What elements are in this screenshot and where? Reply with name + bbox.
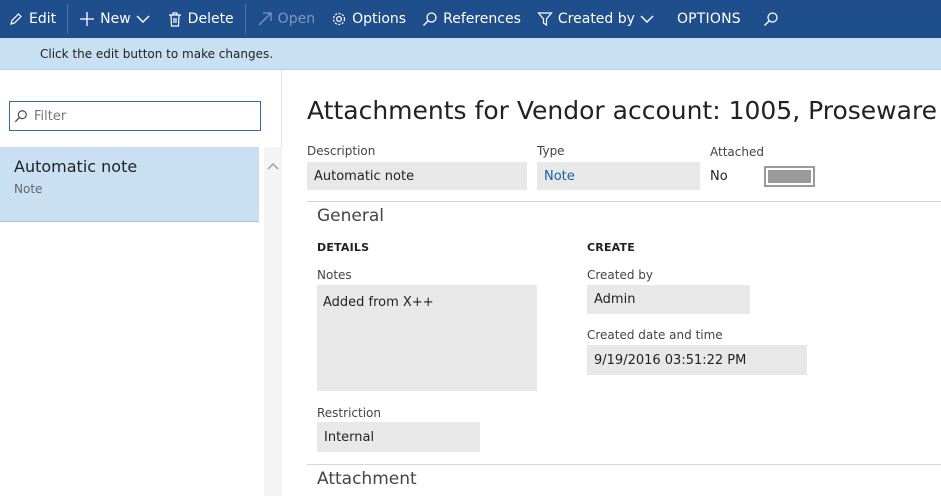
- message-text: Click the edit button to make changes.: [40, 46, 274, 61]
- plus-icon: [79, 11, 95, 27]
- description-field[interactable]: Automatic note: [307, 162, 527, 190]
- open-arrow-icon: [257, 11, 273, 27]
- attached-label: Attached: [710, 145, 764, 159]
- pencil-icon: [8, 11, 24, 27]
- details-pane: Attachments for Vendor account: 1005, Pr…: [283, 70, 941, 496]
- page-title: Attachments for Vendor account: 1005, Pr…: [307, 96, 938, 125]
- options-tab[interactable]: OPTIONS: [663, 0, 755, 38]
- list-item[interactable]: Automatic note Note: [0, 147, 259, 222]
- action-pane: Edit New Delete Open Options References: [0, 0, 941, 38]
- search-icon: [14, 109, 28, 123]
- chevron-down-icon: [135, 11, 151, 27]
- attached-toggle[interactable]: [764, 166, 815, 187]
- created-by-label: Created by: [557, 11, 635, 27]
- section-general-header[interactable]: General: [317, 206, 384, 226]
- created-by-field[interactable]: Admin: [587, 285, 750, 314]
- section-divider: [307, 464, 941, 465]
- attached-value: No: [710, 169, 728, 184]
- toolbar-separator: [67, 4, 69, 34]
- create-group-header: CREATE: [587, 241, 635, 254]
- options-label: Options: [352, 11, 407, 27]
- search-icon: [763, 11, 779, 27]
- list-pane: Automatic note Note: [0, 70, 282, 496]
- options-tab-label: OPTIONS: [676, 11, 741, 27]
- description-label: Description: [307, 144, 376, 158]
- restriction-label: Restriction: [317, 406, 381, 420]
- restriction-field[interactable]: Internal: [317, 422, 480, 452]
- section-attachment-header[interactable]: Attachment: [317, 469, 417, 489]
- edit-button[interactable]: Edit: [0, 0, 64, 38]
- created-datetime-label: Created date and time: [587, 328, 723, 342]
- toolbar-separator: [244, 4, 246, 34]
- options-button[interactable]: Options: [323, 0, 414, 38]
- search-button[interactable]: [755, 0, 792, 38]
- type-field[interactable]: Note: [537, 162, 700, 190]
- filter-input[interactable]: [34, 108, 244, 124]
- filter-box: [9, 101, 261, 131]
- list-item-title: Automatic note: [14, 157, 138, 176]
- trash-icon: [167, 11, 183, 27]
- search-icon: [422, 11, 438, 27]
- created-by-field-label: Created by: [587, 268, 654, 282]
- message-bar: Click the edit button to make changes.: [0, 38, 941, 70]
- gear-icon: [331, 11, 347, 27]
- details-group-header: DETAILS: [317, 241, 370, 254]
- chevron-down-icon: [639, 11, 655, 27]
- delete-button[interactable]: Delete: [159, 0, 242, 38]
- references-button[interactable]: References: [414, 0, 529, 38]
- delete-label: Delete: [187, 11, 234, 27]
- edit-label: Edit: [29, 11, 57, 27]
- type-label: Type: [537, 144, 565, 158]
- new-button[interactable]: New: [71, 0, 159, 38]
- new-label: New: [100, 11, 131, 27]
- open-button[interactable]: Open: [249, 0, 323, 38]
- section-divider: [307, 201, 941, 202]
- funnel-icon: [537, 11, 553, 27]
- toggle-knob: [768, 170, 811, 183]
- list-scrollbar[interactable]: [264, 147, 282, 496]
- references-label: References: [443, 11, 521, 27]
- list-item-subtitle: Note: [14, 182, 43, 196]
- created-datetime-field[interactable]: 9/19/2016 03:51:22 PM: [587, 345, 807, 375]
- notes-label: Notes: [317, 268, 352, 282]
- created-by-button[interactable]: Created by: [529, 0, 663, 38]
- notes-field[interactable]: Added from X++: [317, 285, 537, 391]
- chevron-up-icon[interactable]: [264, 159, 282, 173]
- open-label: Open: [277, 11, 316, 27]
